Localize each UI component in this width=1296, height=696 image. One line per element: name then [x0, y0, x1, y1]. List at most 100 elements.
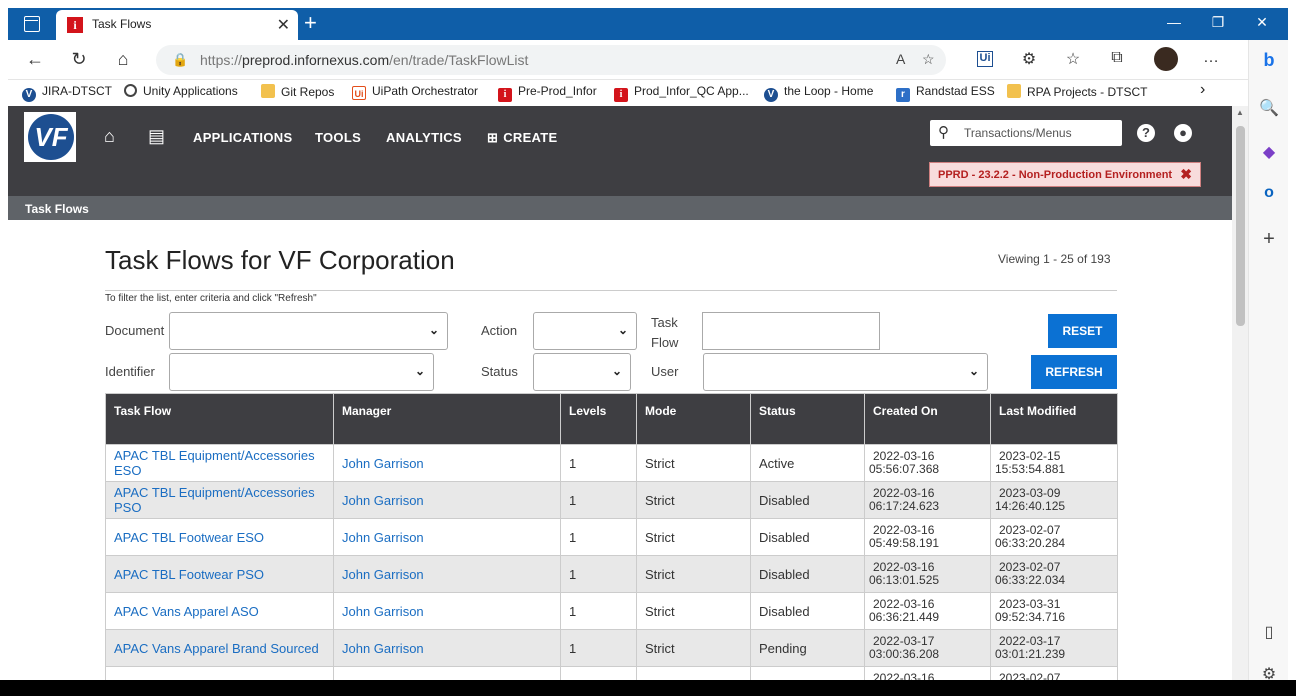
table-row[interactable]: APAC TBL Equipment/Accessories ESO John G… — [105, 444, 1118, 482]
folder-icon — [1007, 84, 1021, 98]
transactions-search[interactable]: ⚲ Transactions/Menus — [930, 120, 1122, 146]
favorite-the-loop[interactable]: Vthe Loop - Home — [764, 84, 873, 102]
action-select[interactable]: ⌄ — [533, 312, 637, 350]
scroll-up-icon[interactable]: ▲ — [1232, 108, 1248, 117]
back-icon[interactable]: ← — [24, 49, 46, 70]
refresh-button[interactable]: REFRESH — [1031, 355, 1117, 389]
profile-avatar[interactable] — [1154, 47, 1178, 71]
identifier-select[interactable]: ⌄ — [169, 353, 434, 391]
task-flow-input[interactable] — [702, 312, 880, 350]
extensions-icon[interactable]: ⚙ — [1018, 49, 1040, 69]
filter-hint: To filter the list, enter criteria and c… — [105, 293, 317, 304]
vf-logo[interactable]: VF — [24, 112, 76, 162]
last-modified-cell-time: 03:01:21.239 — [995, 647, 1066, 661]
restore-icon[interactable]: ❐ — [1208, 14, 1228, 31]
home-icon[interactable]: ⌂ — [112, 49, 134, 70]
task-flow-link[interactable]: APAC TBL Equipment/Accessories PSO — [105, 481, 334, 519]
created-on-cell: 2022-03-16 06:17:24.623 — [864, 481, 991, 519]
column-header-created-on[interactable]: Created On — [864, 393, 991, 445]
manager-link[interactable]: John Garrison — [333, 518, 561, 556]
workspaces-icon[interactable] — [24, 16, 40, 32]
collections-icon[interactable]: ⧉ — [1106, 49, 1128, 67]
more-menu-icon[interactable]: … — [1200, 49, 1222, 67]
app-header: VF ⌂ ▤ APPLICATIONS TOOLS ANALYTICS ⊞ CRE… — [8, 106, 1232, 196]
favorite-prod-infor[interactable]: i Prod_Infor_QC App... — [614, 84, 749, 102]
favorite-randstad[interactable]: r Randstad ESS — [896, 84, 995, 102]
taskbar-edge — [0, 680, 1296, 696]
table-row[interactable]: APAC Vans Apparel ASO John Garrison 1 Stric… — [105, 592, 1118, 630]
manager-link[interactable]: John Garrison — [333, 592, 561, 630]
favorite-unity[interactable]: Unity Applications — [124, 84, 238, 98]
manager-link[interactable]: John Garrison — [333, 444, 561, 482]
browser-tab[interactable]: i Task Flows ✕ — [56, 10, 298, 40]
column-header-last-modified[interactable]: Last Modified — [990, 393, 1118, 445]
office-icon[interactable]: ◆ — [1249, 142, 1288, 162]
table-row[interactable]: APAC TBL Footwear PSO John Garrison 1 Stric… — [105, 555, 1118, 593]
menu-analytics[interactable]: ANALYTICS — [386, 130, 462, 145]
column-header-status[interactable]: Status — [750, 393, 865, 445]
hide-sidebar-icon[interactable]: ▯ — [1249, 622, 1288, 642]
tab-strip: i Task Flows ✕ + — ❐ ✕ — [8, 8, 1288, 40]
home-nav-icon[interactable]: ⌂ — [104, 126, 115, 147]
minimize-icon[interactable]: — — [1164, 14, 1184, 30]
mode-cell: Strict — [636, 555, 751, 593]
chevron-down-icon: ⌄ — [617, 323, 628, 337]
column-header-manager[interactable]: Manager — [333, 393, 561, 445]
mode-cell: Strict — [636, 592, 751, 630]
manager-link[interactable]: John Garrison — [333, 481, 561, 519]
menu-tools[interactable]: TOOLS — [315, 130, 361, 145]
randstad-icon: r — [896, 88, 910, 102]
favorite-rpa-projects[interactable]: RPA Projects - DTSCT — [1007, 84, 1147, 99]
new-tab-icon[interactable]: + — [304, 11, 317, 35]
task-flow-link[interactable]: APAC Vans Apparel ASO — [105, 592, 334, 630]
favorites-overflow-chevron-icon[interactable]: › — [1200, 81, 1205, 99]
task-flow-link[interactable]: APAC TBL Footwear ESO — [105, 518, 334, 556]
column-header-mode[interactable]: Mode — [636, 393, 751, 445]
close-tab-icon[interactable]: ✕ — [277, 15, 290, 35]
window-close-icon[interactable]: ✕ — [1252, 14, 1272, 31]
menu-create[interactable]: ⊞ CREATE — [487, 130, 558, 146]
favorites-icon[interactable]: ☆ — [1062, 49, 1084, 69]
url-text: https://preprod.infornexus.com/en/trade/… — [200, 52, 529, 68]
status-select[interactable]: ⌄ — [533, 353, 631, 391]
levels-cell: 1 — [560, 592, 637, 630]
user-account-icon[interactable]: ● — [1174, 124, 1192, 142]
table-row[interactable]: APAC Vans Apparel Brand Sourced John Garr… — [105, 629, 1118, 667]
column-header-levels[interactable]: Levels — [560, 393, 637, 445]
add-favorite-icon[interactable]: ☆ — [922, 51, 935, 68]
column-header-task-flow[interactable]: Task Flow — [105, 393, 334, 445]
created-on-cell-time: 05:56:07.368 — [869, 462, 940, 476]
scroll-thumb[interactable] — [1236, 126, 1245, 326]
reset-button[interactable]: RESET — [1048, 314, 1117, 348]
last-modified-cell-time: 06:33:20.284 — [995, 536, 1066, 550]
manager-link[interactable]: John Garrison — [333, 555, 561, 593]
task-flow-link[interactable]: APAC Vans Apparel Brand Sourced — [105, 629, 334, 667]
user-select[interactable]: ⌄ — [703, 353, 988, 391]
favorite-uipath[interactable]: Ui UiPath Orchestrator — [352, 84, 478, 100]
outlook-icon[interactable]: o — [1249, 184, 1288, 202]
lock-icon[interactable]: 🔒 — [172, 52, 188, 68]
task-flow-link[interactable]: APAC TBL Footwear PSO — [105, 555, 334, 593]
bing-chat-icon[interactable]: b — [1249, 50, 1288, 71]
task-flow-link[interactable]: APAC TBL Equipment/Accessories ESO — [105, 444, 334, 482]
close-badge-icon[interactable]: ✖ — [1180, 166, 1192, 183]
manager-link[interactable]: John Garrison — [333, 629, 561, 667]
favorite-jira[interactable]: V JIRA-DTSCT — [22, 84, 112, 102]
address-bar[interactable]: 🔒 https://preprod.infornexus.com/en/trad… — [156, 45, 946, 75]
help-icon[interactable]: ? — [1137, 124, 1155, 142]
page-scrollbar[interactable]: ▲ ▼ — [1232, 106, 1248, 696]
favorite-git-repos[interactable]: Git Repos — [261, 84, 334, 99]
table-row[interactable]: APAC TBL Equipment/Accessories PSO John G… — [105, 481, 1118, 519]
document-select[interactable]: ⌄ — [169, 312, 448, 350]
read-aloud-icon[interactable]: A — [896, 51, 905, 67]
action-label: Action — [481, 323, 518, 338]
refresh-icon[interactable]: ↻ — [68, 49, 90, 70]
documents-nav-icon[interactable]: ▤ — [148, 126, 165, 147]
menu-applications[interactable]: APPLICATIONS — [193, 130, 292, 145]
uipath-extension-icon[interactable]: Ui — [977, 51, 993, 67]
table-row[interactable]: APAC TBL Footwear ESO John Garrison 1 Stric… — [105, 518, 1118, 556]
address-toolbar: ← ↻ ⌂ 🔒 https://preprod.infornexus.com/e… — [8, 40, 1288, 80]
favorite-preprod-infor[interactable]: i Pre-Prod_Infor — [498, 84, 597, 102]
search-icon[interactable]: 🔍 — [1249, 98, 1288, 118]
add-sidebar-app-icon[interactable]: + — [1249, 228, 1288, 251]
